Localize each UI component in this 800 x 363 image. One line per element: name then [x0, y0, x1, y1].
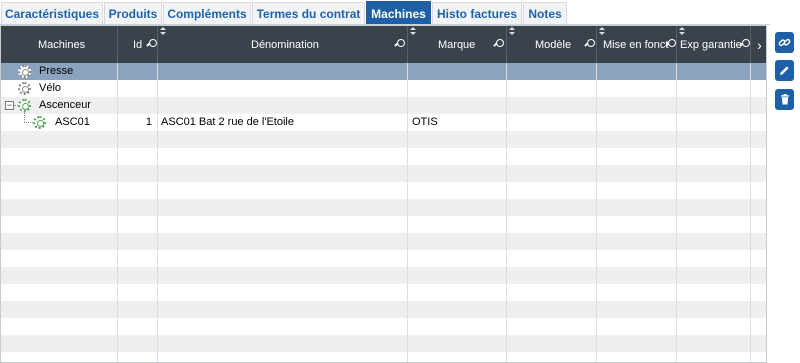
sort-icon[interactable] — [509, 27, 516, 36]
column-header-modele[interactable]: Modèle — [507, 26, 597, 63]
column-label-modele: Modèle — [535, 39, 572, 51]
tab-notes[interactable]: Notes — [523, 2, 567, 25]
tree-connector — [24, 112, 25, 122]
column-header-machines[interactable]: Machines — [1, 26, 118, 63]
column-label-exp-garantie: Exp garantie — [680, 39, 742, 51]
link-button[interactable] — [775, 32, 794, 53]
search-icon[interactable] — [394, 39, 405, 50]
empty-row — [1, 182, 766, 199]
scroll-columns-right-button[interactable]: › — [751, 26, 766, 63]
machine-name: Vélo — [39, 82, 62, 94]
column-label-machines: Machines — [38, 39, 86, 51]
empty-row — [1, 284, 766, 301]
search-icon[interactable] — [665, 39, 676, 50]
machine-gear-icon — [33, 116, 46, 129]
machine-marque: OTIS — [412, 116, 438, 128]
column-divider — [407, 63, 408, 362]
empty-row — [1, 267, 766, 284]
empty-row — [1, 199, 766, 216]
column-divider — [506, 63, 507, 362]
column-header-id[interactable]: Id — [118, 26, 158, 63]
sort-icon[interactable] — [160, 27, 167, 36]
tab-histo-factures[interactable]: Histo factures — [432, 2, 522, 25]
empty-row — [1, 301, 766, 318]
machine-name: Ascenceur — [39, 99, 91, 111]
trash-icon — [780, 94, 789, 105]
machine-name: ASC01 — [55, 116, 90, 128]
machines-grid: Machines Id Dénomination Marque Modèle M… — [0, 25, 767, 363]
tab-produits[interactable]: Produits — [104, 2, 162, 25]
table-row[interactable]: ASC01 1 ASC01 Bat 2 rue de l'Etoile OTIS — [1, 112, 766, 131]
search-icon[interactable] — [146, 39, 157, 50]
tree-connector — [24, 122, 33, 123]
column-label-mise-en-fonct: Mise en fonct — [603, 39, 669, 51]
empty-row — [1, 250, 766, 267]
empty-row — [1, 233, 766, 250]
search-icon[interactable] — [739, 39, 750, 50]
collapse-toggle-icon[interactable]: − — [5, 101, 14, 110]
search-icon[interactable] — [493, 39, 504, 50]
sort-icon[interactable] — [679, 27, 686, 36]
empty-row — [1, 165, 766, 182]
empty-row — [1, 148, 766, 165]
column-divider — [157, 63, 158, 362]
machine-group-gear-icon — [18, 99, 31, 112]
column-header-denomination[interactable]: Dénomination — [158, 26, 408, 63]
table-row[interactable]: Presse — [1, 63, 766, 80]
column-label-denomination: Dénomination — [251, 39, 319, 51]
link-icon — [778, 38, 791, 47]
column-header-marque[interactable]: Marque — [408, 26, 507, 63]
tab-bar: Caractéristiques Produits Compléments Te… — [0, 0, 800, 25]
tab-machines[interactable]: Machines — [366, 1, 431, 25]
column-divider — [750, 63, 751, 362]
tab-termes-du-contrat[interactable]: Termes du contrat — [252, 2, 365, 25]
sort-icon[interactable] — [599, 27, 606, 36]
column-header-exp-garantie[interactable]: Exp garantie — [677, 26, 751, 63]
machine-gear-icon — [18, 82, 31, 95]
column-header-mise-en-fonct[interactable]: Mise en fonct — [597, 26, 677, 63]
empty-row — [1, 318, 766, 335]
empty-row — [1, 335, 766, 352]
column-label-marque: Marque — [438, 39, 476, 51]
grid-body: Presse Vélo − Ascenceur ASC01 1 ASC01 Ba… — [1, 63, 766, 362]
machine-gear-icon — [18, 65, 31, 78]
grid-header: Machines Id Dénomination Marque Modèle M… — [1, 26, 766, 63]
table-row[interactable]: Vélo — [1, 80, 766, 97]
edit-button[interactable] — [775, 60, 794, 81]
column-divider — [676, 63, 677, 362]
column-divider — [117, 63, 118, 362]
column-label-id: Id — [133, 39, 143, 51]
column-divider — [596, 63, 597, 362]
delete-button[interactable] — [775, 89, 794, 110]
search-icon[interactable] — [584, 39, 595, 50]
sort-icon[interactable] — [410, 27, 417, 36]
machine-name: Presse — [39, 65, 74, 77]
empty-row — [1, 131, 766, 148]
empty-row — [1, 352, 766, 362]
tab-complements[interactable]: Compléments — [163, 2, 251, 25]
empty-row — [1, 216, 766, 233]
machine-id: 1 — [145, 116, 152, 128]
tab-caracteristiques[interactable]: Caractéristiques — [1, 2, 103, 25]
pencil-icon — [780, 66, 789, 75]
machine-denomination: ASC01 Bat 2 rue de l'Etoile — [161, 116, 294, 128]
table-row[interactable]: − Ascenceur — [1, 97, 766, 114]
